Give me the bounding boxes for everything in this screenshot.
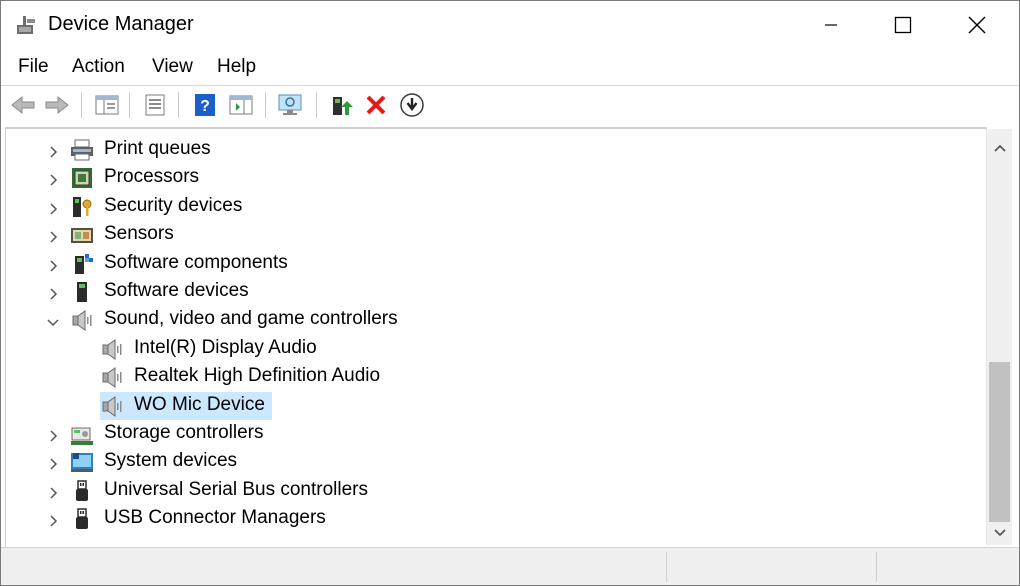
scrollbar-thumb[interactable] xyxy=(989,362,1010,522)
tree-item-label: Universal Serial Bus controllers xyxy=(104,478,368,500)
action-pane-button[interactable] xyxy=(227,92,255,118)
help-icon: ? xyxy=(195,94,215,116)
vertical-scrollbar[interactable] xyxy=(986,129,1012,545)
menu-help[interactable]: Help xyxy=(217,56,256,78)
help-button[interactable]: ? xyxy=(191,92,219,118)
chevron-right-icon[interactable] xyxy=(46,200,60,215)
tree-category-item[interactable]: USB Connector Managers xyxy=(6,505,906,533)
speaker-icon xyxy=(100,394,124,418)
uninstall-device-button[interactable] xyxy=(362,92,390,118)
speaker-icon xyxy=(100,365,124,389)
menu-file[interactable]: File xyxy=(18,56,49,78)
sensor-icon xyxy=(70,223,94,247)
scan-for-hardware-changes-button[interactable] xyxy=(277,92,305,118)
tree-category-item[interactable]: Software components xyxy=(6,250,906,278)
chevron-up-icon xyxy=(993,144,1006,152)
update-driver-icon xyxy=(333,97,353,115)
action-pane-icon xyxy=(229,95,253,115)
tree-item-label: Software components xyxy=(104,251,288,273)
show-hide-console-tree-icon xyxy=(95,95,119,115)
disable-device-icon xyxy=(400,93,424,117)
chevron-right-icon[interactable] xyxy=(46,484,60,499)
tree-category-item[interactable]: Print queues xyxy=(6,136,906,164)
tree-item-label: System devices xyxy=(104,450,238,472)
chevron-down-icon[interactable] xyxy=(46,313,60,327)
tree-item-label: Processors xyxy=(104,166,200,188)
tree-category-item[interactable]: Processors xyxy=(6,164,906,192)
uninstall-device-icon xyxy=(366,95,386,115)
close-button[interactable] xyxy=(941,1,1013,49)
storage-controller-icon xyxy=(70,422,94,446)
update-driver-button[interactable] xyxy=(328,92,356,118)
maximize-icon xyxy=(894,16,912,34)
tree-category-item[interactable]: Universal Serial Bus controllers xyxy=(6,477,906,505)
title-bar[interactable]: Device Manager xyxy=(1,1,1019,49)
speaker-icon xyxy=(100,337,124,361)
toolbar: ? xyxy=(1,86,1019,124)
properties-icon xyxy=(145,94,165,116)
tree-category-item[interactable]: System devices xyxy=(6,448,906,476)
printer-icon xyxy=(70,138,94,162)
tree-item-label: Software devices xyxy=(104,280,249,301)
close-icon xyxy=(968,16,986,34)
back-button[interactable] xyxy=(9,92,37,118)
usb-icon xyxy=(70,479,94,503)
chevron-down-icon xyxy=(993,529,1006,537)
chevron-right-icon[interactable] xyxy=(46,143,60,158)
device-tree[interactable]: Print queues Processors Security devices Se… xyxy=(5,127,987,547)
tree-item-label: USB Connector Managers xyxy=(104,507,326,529)
menu-bar: File Action View Help xyxy=(1,49,1019,86)
tree-category-item[interactable]: Storage controllers xyxy=(6,420,906,448)
tree-device-item[interactable]: Intel(R) Display Audio xyxy=(6,335,906,363)
tree-category-item[interactable]: Software devices xyxy=(6,278,906,306)
chevron-right-icon[interactable] xyxy=(46,171,60,186)
scroll-down-button[interactable] xyxy=(987,522,1012,544)
tree-item-label: Realtek High Definition Audio xyxy=(134,365,381,387)
window-title: Device Manager xyxy=(48,13,194,35)
show-hide-console-tree-button[interactable] xyxy=(93,92,121,118)
menu-action[interactable]: Action xyxy=(72,56,125,78)
system-device-icon xyxy=(70,450,94,474)
chevron-right-icon[interactable] xyxy=(46,427,60,442)
chevron-right-icon[interactable] xyxy=(46,285,60,300)
properties-button[interactable] xyxy=(141,92,169,118)
chevron-right-icon[interactable] xyxy=(46,455,60,470)
scan-hardware-icon xyxy=(278,94,302,115)
tree-device-item[interactable]: Realtek High Definition Audio xyxy=(6,363,906,391)
usb-icon xyxy=(70,507,94,531)
device-manager-app-icon xyxy=(15,13,39,37)
chevron-right-icon[interactable] xyxy=(46,257,60,272)
software-component-icon xyxy=(70,252,94,276)
menu-view[interactable]: View xyxy=(152,56,193,78)
tree-item-label: Intel(R) Display Audio xyxy=(134,336,317,358)
tree-category-item[interactable]: Security devices xyxy=(6,193,906,221)
tree-item-label: WO Mic Device xyxy=(134,393,265,415)
back-arrow-icon xyxy=(11,95,35,115)
security-key-icon xyxy=(70,195,94,219)
processor-chip-icon xyxy=(70,166,94,190)
svg-text:?: ? xyxy=(200,98,210,115)
disable-device-button[interactable] xyxy=(398,92,426,118)
status-bar xyxy=(1,547,1019,585)
minimize-icon xyxy=(825,24,837,26)
tree-item-label: Print queues xyxy=(104,138,211,159)
chevron-right-icon[interactable] xyxy=(46,228,60,243)
tree-category-item[interactable]: Sound, video and game controllers xyxy=(6,306,906,334)
minimize-button[interactable] xyxy=(795,1,867,49)
tree-device-item[interactable]: WO Mic Device xyxy=(6,391,906,420)
tree-item-label: Storage controllers xyxy=(104,422,264,443)
tree-item-label: Sensors xyxy=(104,223,174,245)
software-device-icon xyxy=(70,280,94,304)
tree-item-label: Security devices xyxy=(104,194,243,216)
device-manager-window: Device Manager File Action View Help ? P… xyxy=(0,0,1020,586)
maximize-button[interactable] xyxy=(867,1,939,49)
chevron-right-icon[interactable] xyxy=(46,512,60,527)
tree-category-item[interactable]: Sensors xyxy=(6,221,906,249)
speaker-icon xyxy=(70,308,94,332)
scroll-up-button[interactable] xyxy=(987,137,1012,159)
forward-arrow-icon xyxy=(45,95,69,115)
forward-button[interactable] xyxy=(43,92,71,118)
tree-item-label: Sound, video and game controllers xyxy=(104,308,398,330)
